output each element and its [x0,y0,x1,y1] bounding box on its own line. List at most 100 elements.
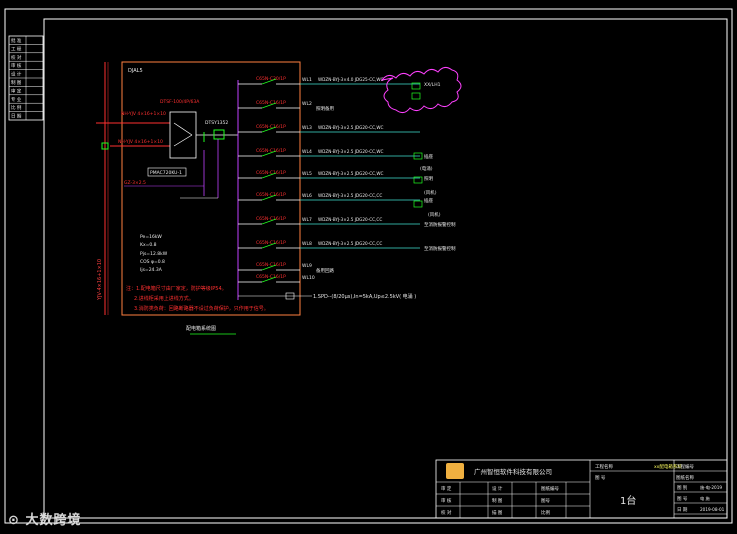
spd-label: 1.SPD--(8/20μs),In=5kA,Up≤2.5kV( 电涌 ) [313,293,416,300]
circuit-id: WL9 [302,263,312,269]
circuit-id: WL10 [302,275,315,281]
note-2: 3.消防类负荷：回路断路器不设过负荷保护，只作用于信号。 [134,305,269,312]
ats-contact-2 [173,134,193,147]
circuit-cable-label: WDZN-BYJ-3×2.5 JDG20-CC,CC [318,217,382,222]
sub-label: (风机) [428,211,441,218]
load-parameters: Pe=16kW Kx=0.8 Pjs=12.8kW COS φ=0.8 Ijs=… [140,234,168,273]
revision-row-label: 专 业 [11,96,22,103]
load-terminal-box [413,200,423,208]
drawing-key: 图 号 [595,475,606,481]
circuit-load-label: 插座 [424,197,433,204]
note-0: 注：1.配电箱尺寸由厂家定，防护等级IP54。 [126,285,227,292]
circuit-id: WL3 [302,125,312,131]
circuit-load-label: 至消防报警控制 [424,245,456,252]
circuit-load-label: 照明 [424,176,433,182]
tb-mid-key: 图号 [541,498,550,504]
circuit-row: C65N-C20/1P WL1 WDZN-BYJ-3×4.0 JDG25-CC,WC… [238,76,441,88]
circuit-load-label: 插座 [424,153,433,160]
circuit-row: C65N-C16/1P WL10 [238,274,315,283]
param-4: Ijs=24.3A [140,267,163,273]
circuit-row: C65N-C16/1P WL5 WDZN-BYJ-3×2.5 JDG20-CC,WC… [238,170,433,182]
circuit-cable-label: WDZN-BYJ-3×2.5 JDG20-CC,WC [318,125,384,130]
param-1: Kx=0.8 [140,242,157,248]
meter-box [213,129,225,140]
tb-left-key-2: 设 计 [492,485,503,492]
revision-row-label: 审 定 [11,87,22,94]
sub-label: (电涌) [420,165,433,172]
tb-right-value: 2019-08-01 [700,507,725,512]
circuit-cable-label: WDZN-BYJ-3×4.0 JDG25-CC,WC [318,77,384,82]
circuit-load-label: 照明备用 [316,105,334,112]
outer-frame [4,8,733,524]
circuit-id: WL7 [302,217,312,223]
revision-row-label: 设 计 [11,71,22,78]
circuit-id: WL5 [302,171,312,177]
tb-mid-key: 图纸编号 [541,485,559,492]
revision-row-label: 工 程 [11,45,22,52]
ats-switch-box [169,111,197,159]
meter-label: DTSY1352 [205,120,228,126]
title-block-grid: 审 定 设 计 图纸编号审 核 制 图 图号校 对 描 图 比例 图 别 施-电-2019 图 号… [436,482,727,518]
sub-label: (风机) [424,189,437,196]
circuit-row: C65N-C16/1P WL8 WDZN-BYJ-3×2.5 JDG20-CC,CC… [238,240,456,252]
circuit-row: C65N-C16/1P WL7 WDZN-BYJ-3×2.5 JDG20-CC,CC… [238,216,456,228]
revision-cloud [380,66,462,114]
tb-right-value: 施-电-2019 [700,484,722,491]
revision-row-label: 制 图 [11,79,22,86]
schematic-canvas: 批 准工 程校 对审 核设 计制 图审 定专 业比 例日 期 DJAL5 YJV… [4,8,733,524]
notes: 注：1.配电箱尺寸由厂家定，防护等级IP54。 2.进线柜采用上进线方式。 3.… [126,285,269,312]
vertical-cable-label: YJV-4×16+1×10 [97,259,103,301]
circuit-row: C65N-C16/1P WL2照明备用 [238,100,334,112]
company-logo [446,463,464,479]
circuit-row: C65N-C16/1P WL6 WDZN-BYJ-3×2.5 JDG20-CC,CC… [238,192,433,204]
circuit-id: WL2 [302,101,312,107]
revision-block: 批 准工 程校 对审 核设 计制 图审 定专 业比 例日 期 [8,35,44,121]
tb-left-key: 校 对 [441,509,452,516]
tb-right-key: 日 期 [677,507,688,513]
circuit-row: C65N-C16/1P WL3 WDZN-BYJ-3×2.5 JDG20-CC,WC [238,124,420,133]
revision-row-label: 校 对 [11,54,22,61]
watermark-text: 大数跨境 [25,513,82,528]
title-block: 广州智恒软件科技有限公司 工程名称 xx配电箱系统 图 号 工程编号 图纸名称 … [435,459,728,519]
circuit-load-label: 至消防报警控制 [424,221,456,228]
circuit-id: WL6 [302,193,312,199]
panel-name: DJAL5 [128,68,143,74]
tb-right-key: 图 别 [677,484,688,491]
note-1: 2.进线柜采用上进线方式。 [134,295,194,302]
revision-row-label: 审 核 [11,62,22,69]
ats-label-1: NH-YJV 4×16+1×10 [121,111,166,117]
tb-left-key: 审 核 [441,497,452,504]
tb-left-key: 审 定 [441,485,452,492]
circuit-cable-label: WDZN-BYJ-3×2.5 JDG20-CC,CC [318,241,382,246]
tb-right-value: 电 施 [700,495,711,502]
circuit-row: C65N-C16/1P WL4 WDZN-BYJ-3×2.5 JDG20-CC,WC… [238,148,433,160]
project-key: 工程名称 [595,463,613,470]
revision-row-label: 日 期 [11,114,22,120]
stage-key: 工程编号 [676,463,694,470]
revision-row-label: 比 例 [11,104,22,111]
param-3: COS φ=0.8 [140,259,165,265]
circuit-load-label: XX/LH1 [424,82,441,88]
tb-right-key: 图 号 [677,496,688,502]
tb-left-key-2: 描 图 [492,509,503,516]
quantity: 1台 [620,494,636,507]
diagram-caption: 配电箱系统图 [186,325,216,332]
revision-row-label: 批 准 [11,37,22,44]
circuit-cable-label: WDZN-BYJ-3×2.5 JDG20-CC,WC [318,171,384,176]
circuit-load-label: 备用回路 [316,267,334,274]
ats-switch-label: DTSF-100/4P/63A [160,99,200,105]
watermark: ⊙ 大数跨境 [8,509,81,528]
circuit-cable-label: WDZN-BYJ-3×2.5 JDG20-CC,WC [318,149,384,154]
circuit-id: WL1 [302,77,312,83]
circuit-id: WL8 [302,241,312,247]
monitor-label: PMAC720KU-1 [150,170,182,176]
ats-contact-1 [173,122,193,136]
tb-left-key-2: 制 图 [492,497,503,504]
subject-key: 图纸名称 [676,474,694,481]
param-0: Pe=16kW [140,234,162,240]
circuit-cable-label: WDZN-BYJ-3×2.5 JDG20-CC,CC [318,193,382,198]
param-2: Pjs=12.8kW [140,251,168,257]
tb-mid-key: 比例 [541,509,550,516]
company-name: 广州智恒软件科技有限公司 [474,467,552,476]
monitor-sub-label: GZ-3×2.5 [124,180,146,186]
